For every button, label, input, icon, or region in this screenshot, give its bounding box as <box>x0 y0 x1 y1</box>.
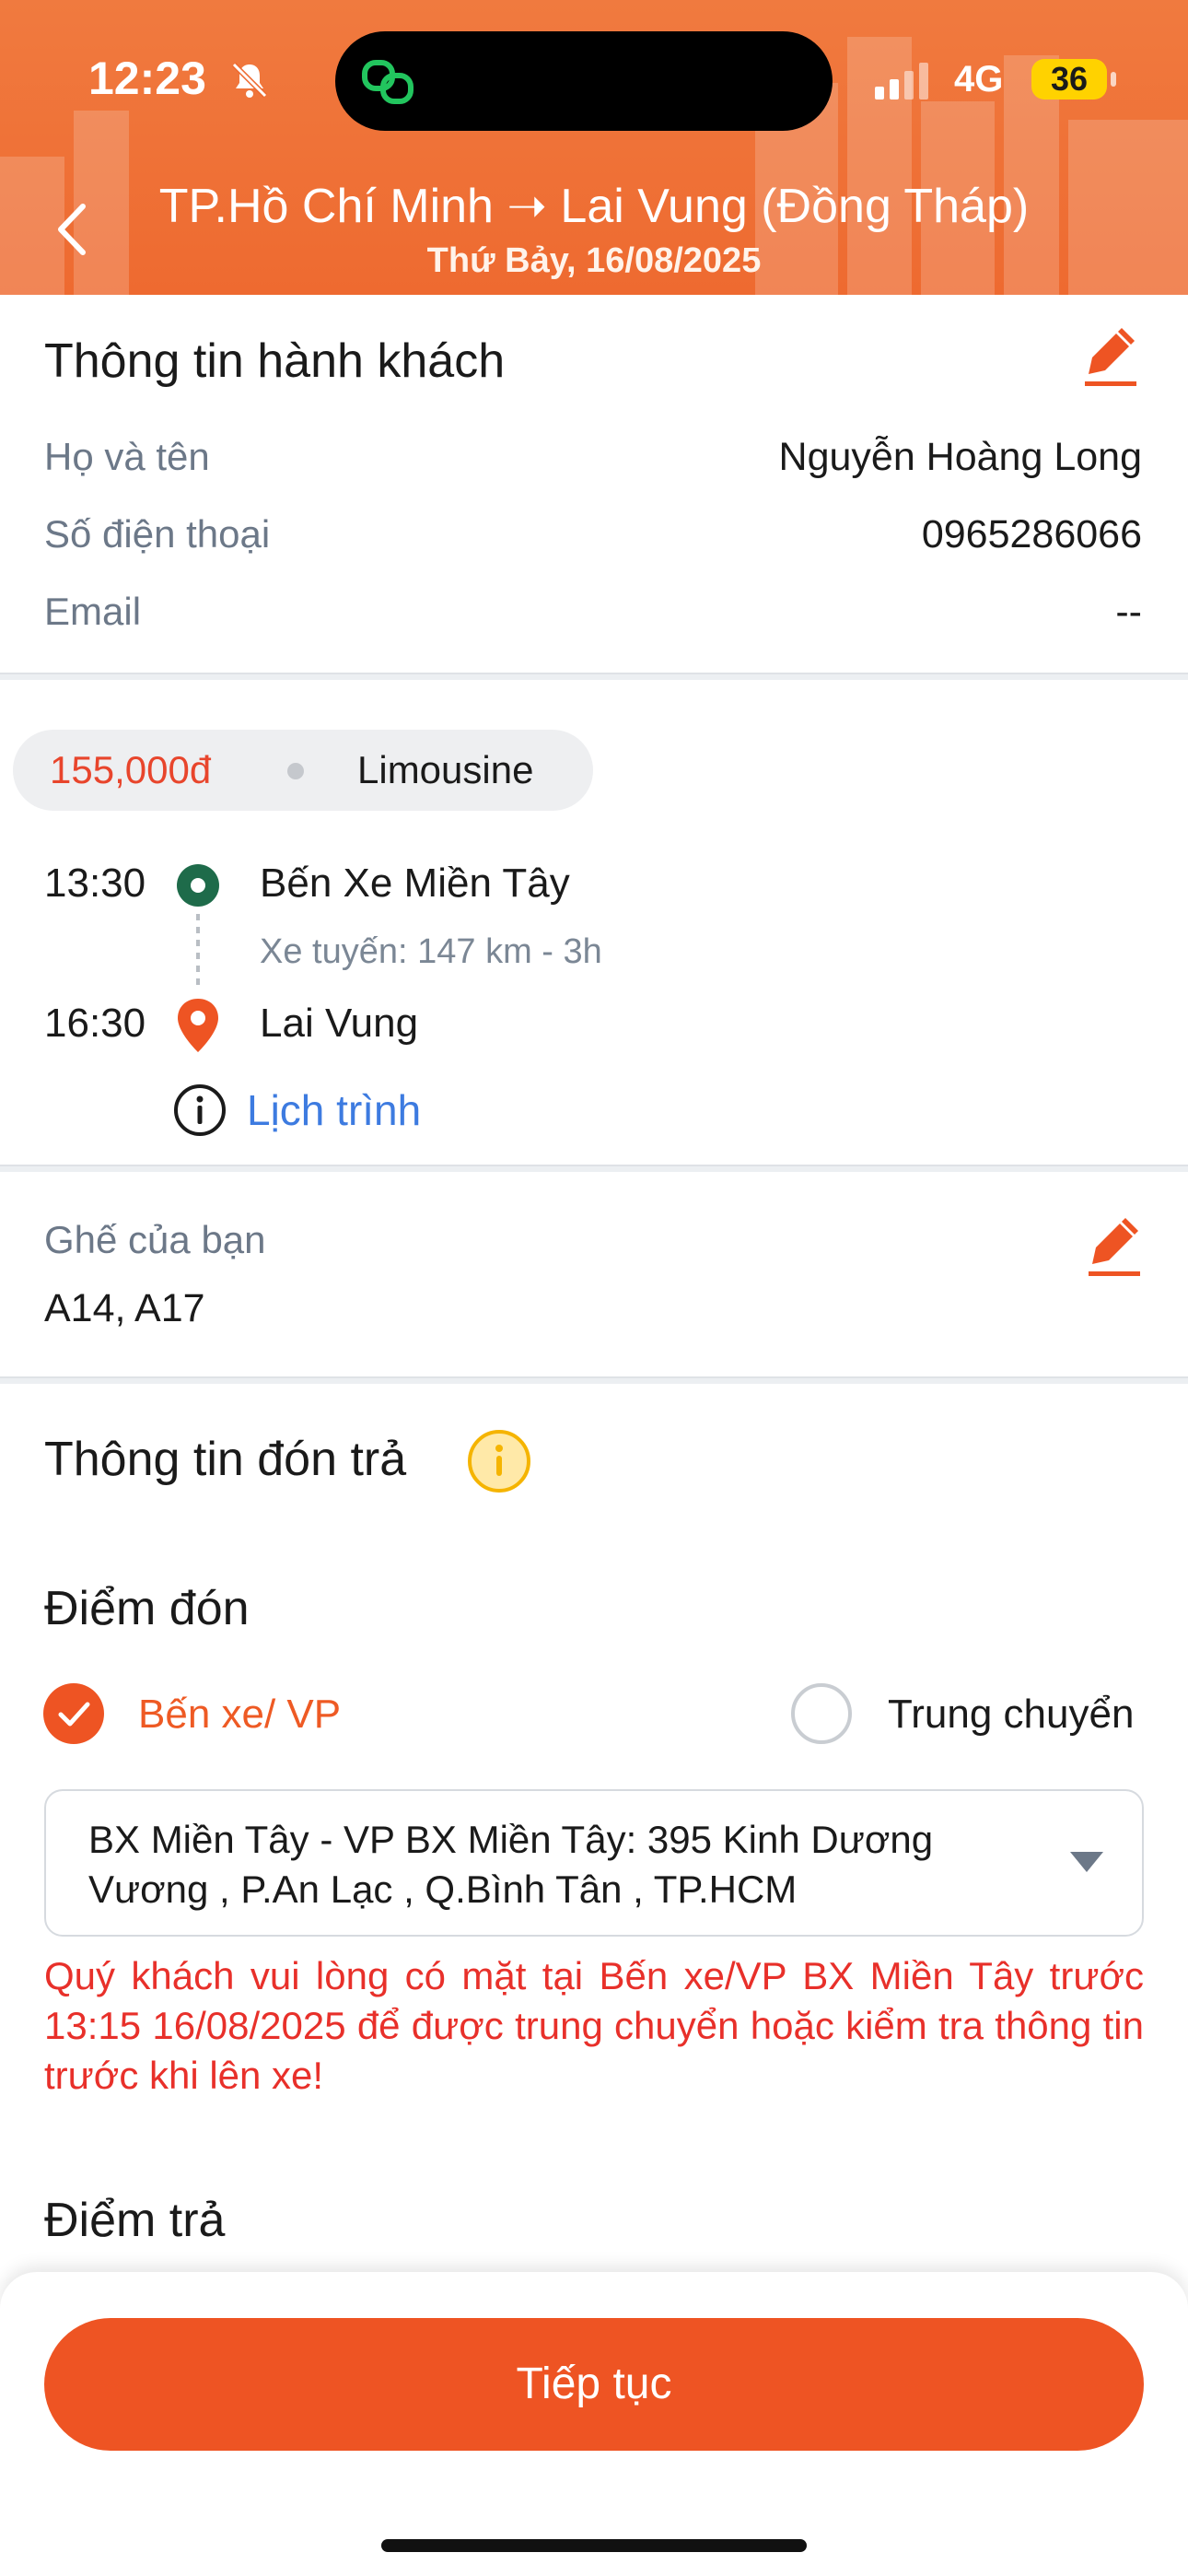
info-yellow-icon[interactable] <box>466 1428 532 1494</box>
option-transfer-label[interactable]: Trung chuyển <box>888 1692 1134 1738</box>
passenger-section-title: Thông tin hành khách <box>44 334 506 388</box>
option-station-label[interactable]: Bến xe/ VP <box>138 1692 341 1738</box>
radio-transfer-unchecked[interactable] <box>790 1682 853 1745</box>
pickup-location-value: BX Miền Tây - VP BX Miền Tây: 395 Kinh D… <box>88 1818 934 1911</box>
email-label: Email <box>44 590 142 633</box>
vehicle-type: Limousine <box>357 748 534 791</box>
separator-dot <box>287 763 304 779</box>
arrival-time: 16:30 <box>44 1001 146 1046</box>
pickup-location-select[interactable]: BX Miền Tây - VP BX Miền Tây: 395 Kinh D… <box>44 1789 1144 1937</box>
header-bar: 12:23 4G 36 TP.Hồ Chí Minh ➝ Lai Vung (Đ… <box>0 0 1188 295</box>
phone-value: 0965286066 <box>921 512 1142 556</box>
location-pin-icon <box>178 999 218 1052</box>
edit-passenger-icon[interactable] <box>1083 328 1138 389</box>
email-value: -- <box>1115 590 1142 634</box>
battery-level: 36 <box>1031 59 1107 100</box>
info-circle-icon[interactable] <box>173 1083 227 1137</box>
name-value: Nguyễn Hoàng Long <box>778 435 1142 479</box>
trip-distance-duration: Xe tuyến: 147 km - 3h <box>260 932 602 971</box>
chevron-down-icon <box>1070 1852 1103 1872</box>
edit-seat-icon[interactable] <box>1087 1218 1142 1279</box>
section-divider <box>0 1165 1188 1172</box>
pickup-warning: Quý khách vui lòng có mặt tại Bến xe/VP … <box>44 1954 1144 2097</box>
bottom-action-bar: Tiếp tục <box>0 2272 1188 2576</box>
seat-value: A14, A17 <box>44 1286 205 1330</box>
bell-muted-icon <box>231 62 268 99</box>
continue-button[interactable]: Tiếp tục <box>44 2318 1144 2451</box>
status-time: 12:23 <box>88 53 206 104</box>
home-indicator <box>381 2539 807 2552</box>
cellular-signal-icon <box>875 63 928 100</box>
origin-station: Bến Xe Miền Tây <box>260 861 570 906</box>
section-divider <box>0 673 1188 680</box>
name-label: Họ và tên <box>44 435 210 478</box>
schedule-link[interactable]: Lịch trình <box>247 1085 421 1135</box>
phone-label: Số điện thoại <box>44 512 271 556</box>
destination-stop: Lai Vung <box>260 1001 419 1046</box>
route-dotted-line <box>196 914 200 991</box>
seat-label: Ghế của bạn <box>44 1218 266 1261</box>
trip-date: Thứ Bảy, 16/08/2025 <box>426 241 762 280</box>
pickup-dropoff-title: Thông tin đón trả <box>44 1433 407 1486</box>
route-title: TP.Hồ Chí Minh ➝ Lai Vung (Đồng Tháp) <box>158 180 1030 233</box>
ticket-price: 155,000đ <box>50 748 212 791</box>
departure-time: 13:30 <box>44 861 146 906</box>
dropoff-title: Điểm trả <box>44 2194 226 2247</box>
trip-summary-pill: 155,000đ Limousine <box>13 730 593 811</box>
section-divider <box>0 1376 1188 1384</box>
link-chain-icon <box>362 60 413 104</box>
network-type: 4G <box>954 59 1004 100</box>
radio-station-checked[interactable] <box>42 1682 105 1745</box>
pickup-title: Điểm đón <box>44 1582 250 1635</box>
origin-dot-icon <box>177 864 219 907</box>
